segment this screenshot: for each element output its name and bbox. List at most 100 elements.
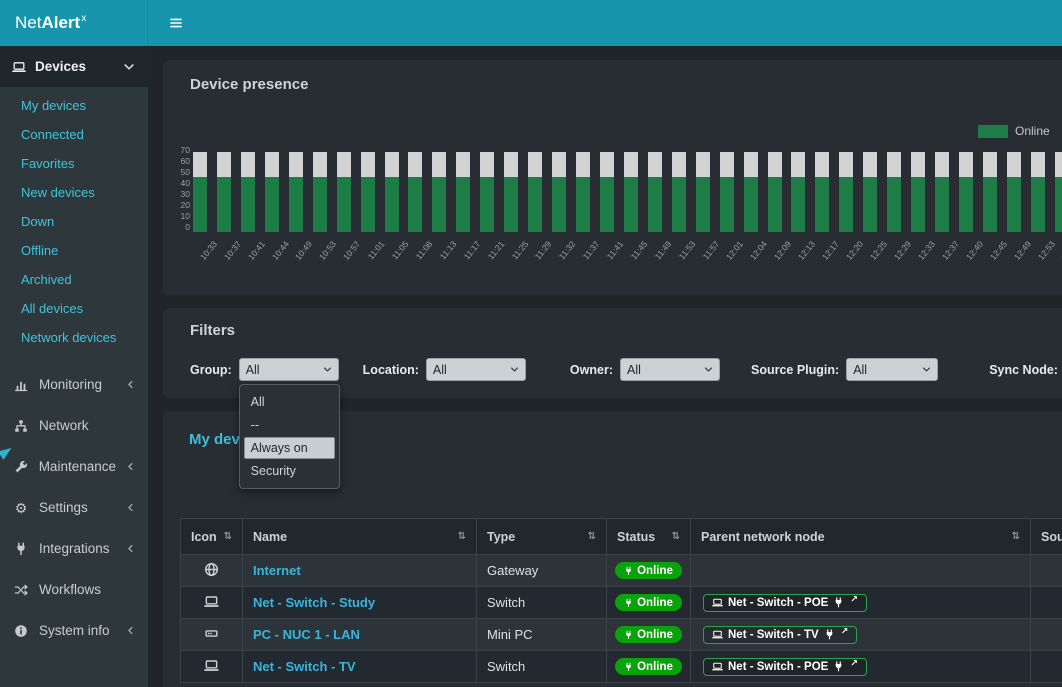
x-tick-label: 12:20 — [842, 236, 856, 284]
device-name-link[interactable]: PC - NUC 1 - LAN — [253, 627, 360, 642]
x-tick-label: 11:37 — [579, 236, 593, 284]
column-header-type[interactable]: Type⇅ — [487, 530, 596, 544]
sidebar-item-network[interactable]: Network — [0, 405, 148, 446]
sidebar-item-connected[interactable]: Connected — [0, 120, 148, 149]
presence-bar — [600, 152, 614, 232]
device-row: Net - Switch - TV Switch Online Net - Sw… — [181, 651, 1062, 683]
menu-label: Monitoring — [39, 377, 102, 392]
chevron-left-icon — [125, 461, 136, 472]
sidebar-item-archived[interactable]: Archived — [0, 265, 148, 294]
legend-label: Online — [1015, 124, 1050, 138]
sidebar-item-settings[interactable]: ⚙Settings — [0, 487, 148, 528]
sidebar-item-devices[interactable]: Devices — [0, 46, 148, 87]
sort-icon[interactable]: ⇅ — [224, 531, 232, 542]
x-tick-label: 11:21 — [483, 236, 497, 284]
presence-bar — [744, 152, 758, 232]
x-tick-label: 12:53 — [1034, 236, 1048, 284]
presence-bar — [193, 152, 207, 232]
x-tick-label: 12:37 — [938, 236, 952, 284]
presence-bar — [552, 152, 566, 232]
device-presence-title: Device presence — [190, 76, 1062, 93]
sidebar-item-down[interactable]: Down — [0, 207, 148, 236]
app-logo[interactable]: NetAlertx — [0, 0, 148, 46]
x-tick-label: 12:29 — [890, 236, 904, 284]
parent-node-badge[interactable]: Net - Switch - POE↗ — [703, 658, 867, 676]
top-navbar: NetAlertx — [0, 0, 1062, 46]
presence-bar — [576, 152, 590, 232]
presence-bar — [265, 152, 279, 232]
sidebar-item-monitoring[interactable]: Monitoring — [0, 364, 148, 405]
y-tick-label: 10 — [181, 212, 190, 221]
menu-icon — [169, 16, 183, 30]
dropdown-option-all[interactable]: All — [244, 391, 335, 413]
parent-node-badge[interactable]: Net - Switch - TV↗ — [703, 626, 857, 644]
x-tick-label: 12:04 — [747, 236, 761, 284]
filter-select-source-plugin[interactable]: All — [846, 358, 938, 381]
device-name-link[interactable]: Net - Switch - TV — [253, 659, 356, 674]
x-tick-label: 10:53 — [316, 236, 330, 284]
sidebar-item-new-devices[interactable]: New devices — [0, 178, 148, 207]
dropdown-option-dash[interactable]: -- — [244, 414, 335, 436]
filter-select-location[interactable]: All — [426, 358, 526, 381]
legend-swatch — [978, 125, 1008, 138]
device-row: Net - Switch - Study Switch Online Net -… — [181, 587, 1062, 619]
sidebar-item-label: Devices — [35, 59, 86, 74]
presence-bar — [241, 152, 255, 232]
column-header-status[interactable]: Status⇅ — [617, 530, 680, 544]
y-tick-label: 50 — [181, 168, 190, 177]
device-type: Switch — [477, 651, 607, 683]
devices-table: Icon⇅ Name⇅ Type⇅ Status⇅ Parent network nod… — [180, 518, 1062, 683]
sort-icon[interactable]: ⇅ — [458, 531, 466, 542]
filter-select-owner[interactable]: All — [620, 358, 720, 381]
menu-toggle-button[interactable] — [169, 0, 183, 46]
dropdown-option-security[interactable]: Security — [244, 460, 335, 482]
y-tick-label: 0 — [185, 223, 190, 232]
empty-cell — [1031, 651, 1062, 683]
column-header-sou[interactable]: Sou — [1041, 530, 1062, 544]
presence-bar — [935, 152, 949, 232]
sidebar-item-all-devices[interactable]: All devices — [0, 294, 148, 323]
sidebar-item-maintenance[interactable]: Maintenance — [0, 446, 148, 487]
column-header-name[interactable]: Name⇅ — [253, 530, 466, 544]
sidebar-item-system-info[interactable]: System info — [0, 610, 148, 651]
sidebar-item-workflows[interactable]: Workflows — [0, 569, 148, 610]
brand-bold: Alert — [41, 13, 80, 33]
status-badge-online: Online — [615, 658, 682, 675]
filter-select-group[interactable]: AllAll--Always onSecurity — [239, 358, 339, 381]
y-tick-label: 30 — [181, 190, 190, 199]
x-tick-label: 11:01 — [364, 236, 378, 284]
device-name-link[interactable]: Internet — [253, 563, 301, 578]
brand-sup: x — [81, 13, 86, 24]
globe-icon — [204, 562, 219, 577]
sidebar-item-network-devices[interactable]: Network devices — [0, 323, 148, 352]
laptop-icon — [12, 60, 26, 74]
parent-node-badge[interactable]: Net - Switch - POE↗ — [703, 594, 867, 612]
pc-icon — [204, 626, 219, 641]
status-badge-online: Online — [615, 562, 682, 579]
column-header-parent-network-node[interactable]: Parent network node ⇅ — [701, 530, 1020, 544]
filters-title: Filters — [190, 322, 1062, 339]
dropdown-option-always-on[interactable]: Always on — [244, 437, 335, 459]
sort-icon[interactable]: ⇅ — [1012, 531, 1020, 542]
y-tick-label: 40 — [181, 179, 190, 188]
column-header-icon[interactable]: Icon⇅ — [191, 530, 232, 544]
select-value: All — [433, 363, 510, 377]
select-value: All — [853, 363, 922, 377]
sort-icon[interactable]: ⇅ — [672, 531, 680, 542]
presence-bar — [1031, 152, 1045, 232]
filter-field-sync-node: Sync Node:All — [989, 358, 1062, 381]
filters-card: Filters Group:AllAll--Always onSecurityL… — [163, 308, 1062, 398]
sidebar-item-my-devices[interactable]: My devices — [0, 91, 148, 120]
presence-bar — [217, 152, 231, 232]
device-name-link[interactable]: Net - Switch - Study — [253, 595, 375, 610]
sidebar-item-integrations[interactable]: Integrations — [0, 528, 148, 569]
presence-bar — [528, 152, 542, 232]
sidebar-item-favorites[interactable]: Favorites — [0, 149, 148, 178]
sidebar-item-offline[interactable]: Offline — [0, 236, 148, 265]
sort-icon[interactable]: ⇅ — [588, 531, 596, 542]
chart-bars — [193, 146, 1062, 232]
column-label: Parent network node — [701, 530, 825, 544]
x-tick-label: 11:41 — [603, 236, 617, 284]
x-tick-label: 12:40 — [962, 236, 976, 284]
presence-bar — [385, 152, 399, 232]
